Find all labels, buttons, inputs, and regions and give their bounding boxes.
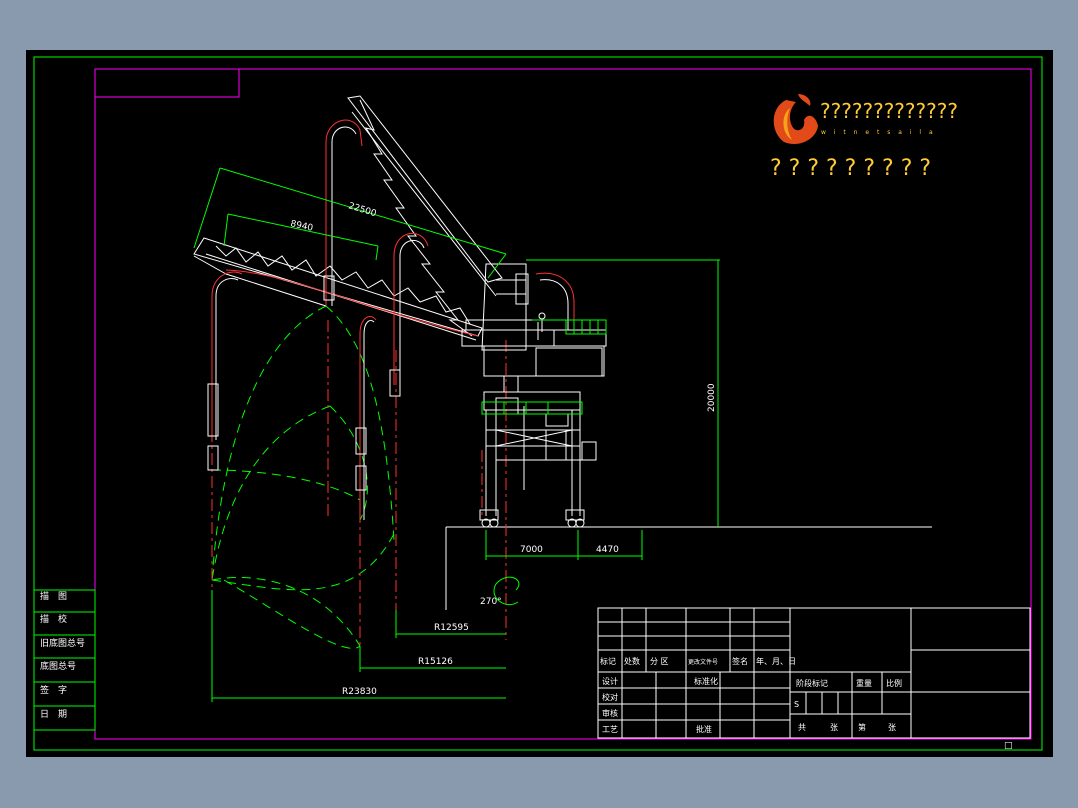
tb-approve-label: 批准: [696, 724, 712, 734]
company-logo: ????????????? w i t n e t s a i l a ? ? …: [770, 94, 958, 181]
dim-radius-1: R12595: [434, 623, 469, 633]
tb-stage-value: S: [794, 700, 799, 709]
tb-sheet-no-unit: 张: [888, 723, 896, 732]
dim-radius-2: R15126: [418, 657, 453, 667]
dim-offset: 4470: [596, 545, 619, 555]
dim-arm-length: 8940: [289, 219, 314, 234]
stamp-row-label: 日 期: [40, 709, 67, 720]
tb-total-label: 共: [798, 723, 806, 732]
tb-header-label: 年、月、日: [756, 656, 796, 666]
title-block: [597, 607, 1031, 739]
tb-row-label: 设计: [602, 676, 618, 686]
dim-slew-angle: 270°: [480, 597, 502, 607]
dimension-texts: 22500 8940 20000 7000 4470 270° R12595 R…: [289, 201, 717, 697]
drawing-sheet: 描 图 描 校 旧底图总号 底图总号 签 字 日 期 ?????????????…: [26, 50, 1053, 757]
logo-title: ?????????????: [820, 99, 958, 123]
dim-boom-length: 22500: [347, 201, 378, 219]
tb-scale-label: 比例: [886, 678, 902, 688]
dim-rail-gauge: 7000: [520, 545, 543, 555]
tb-sheets-label: 张: [830, 723, 838, 732]
left-stamp-table: 描 图 描 校 旧底图总号 底图总号 签 字 日 期: [33, 589, 96, 731]
tb-header-label: 处数: [624, 656, 640, 666]
stamp-row-label: 描 校: [40, 613, 67, 625]
tb-row-label: 校对: [602, 692, 618, 702]
tb-std-label: 标准化: [694, 676, 718, 686]
dim-height: 20000: [707, 383, 717, 412]
corner-mark: □: [1004, 741, 1013, 751]
ground: [445, 526, 932, 610]
tb-weight-label: 重量: [856, 678, 872, 688]
tb-header-label: 签名: [732, 656, 748, 666]
cad-drawing: 描 图 描 校 旧底图总号 底图总号 签 字 日 期 ?????????????…: [33, 56, 1043, 751]
machine-body: [461, 263, 607, 528]
centerlines: [211, 320, 507, 650]
lower-boom: [193, 237, 483, 341]
stamp-row-label: 底图总号: [40, 660, 76, 672]
top-left-box: [94, 68, 240, 98]
tb-header-label: 标记: [600, 656, 616, 666]
stamp-row-label: 旧底图总号: [40, 637, 85, 649]
tb-row-label: 审核: [602, 708, 618, 718]
tb-stage-label: 阶段标记: [796, 678, 828, 688]
logo-subtitle: ? ? ? ? ? ? ? ? ?: [770, 156, 931, 181]
dim-radius-3: R23830: [342, 687, 377, 697]
stamp-row-label: 描 图: [40, 590, 67, 602]
railings: [481, 319, 607, 415]
tb-row-label: 工艺: [602, 725, 618, 734]
logo-tagline: w i t n e t s a i l a: [821, 129, 936, 136]
tb-header-label: 更改文件号: [688, 658, 718, 666]
stamp-row-label: 签 字: [40, 684, 67, 696]
reach-arcs: [211, 305, 397, 649]
tb-header-label: 分 区: [650, 657, 669, 666]
tb-sheet-no-label: 第: [858, 722, 866, 732]
